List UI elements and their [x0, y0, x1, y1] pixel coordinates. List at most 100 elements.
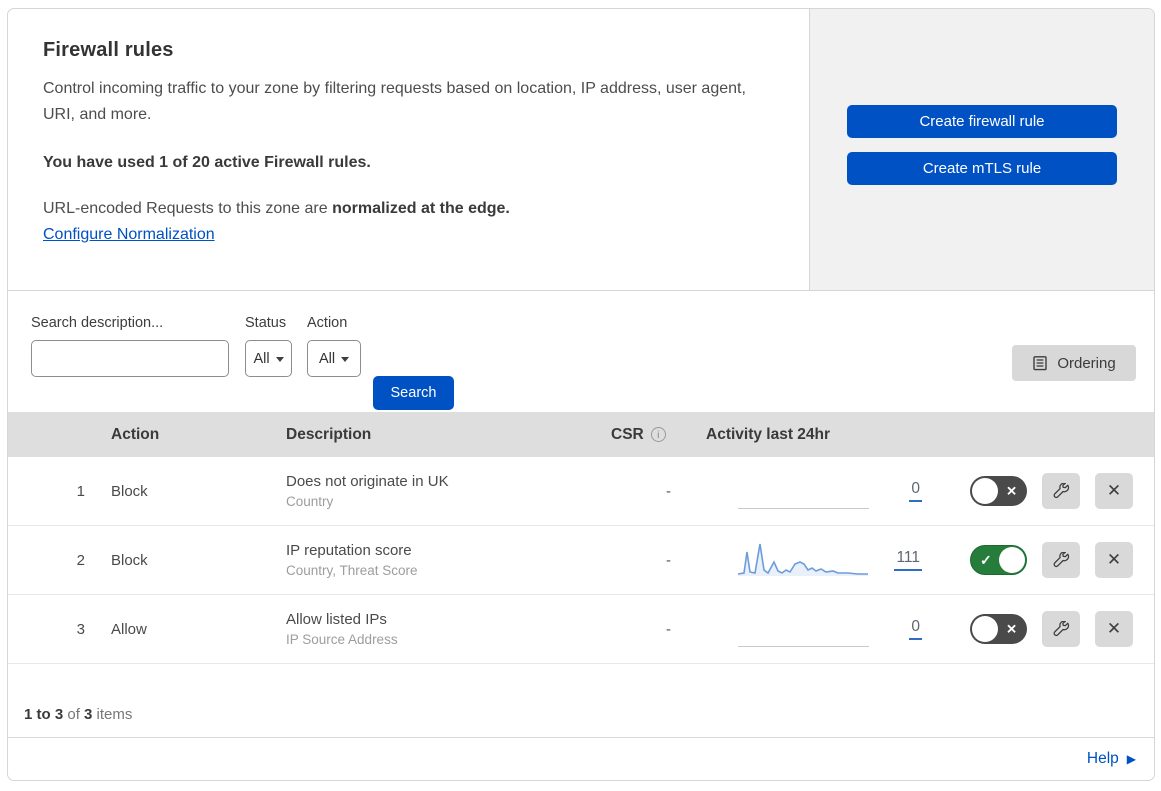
edit-rule-button[interactable]: [1042, 473, 1080, 509]
search-group: Search description...: [31, 315, 235, 412]
configure-normalization-link[interactable]: Configure Normalization: [43, 226, 215, 244]
close-icon: ✕: [1106, 550, 1122, 569]
rule-csr: -: [666, 620, 671, 638]
ordering-button-label: Ordering: [1057, 354, 1116, 372]
rule-description: Does not originate in UK Country: [286, 473, 604, 509]
normalization-bold: normalized at the edge.: [332, 200, 510, 217]
search-button[interactable]: Search: [373, 376, 454, 410]
rule-action: Block: [111, 551, 148, 569]
activity-chart: [738, 611, 869, 647]
delete-rule-button[interactable]: ✕: [1095, 473, 1133, 509]
table-header: Action Description CSR i Activity last 2…: [8, 412, 1154, 457]
column-description: Description: [286, 425, 372, 443]
action-filter-group: Action All: [292, 315, 361, 412]
rule-number: 3: [76, 620, 85, 638]
cross-icon: ✕: [1006, 621, 1017, 637]
normalization-prefix: URL-encoded Requests to this zone are: [43, 200, 333, 217]
action-label: Action: [307, 315, 348, 331]
pagination-of: of: [63, 706, 85, 723]
toggle-knob: [972, 616, 998, 642]
page-description: Control incoming traffic to your zone by…: [43, 80, 746, 123]
table-row: 2 Block IP reputation score Country, Thr…: [8, 526, 1154, 595]
activity-chart: [706, 540, 869, 581]
activity-count-link[interactable]: 0: [909, 618, 922, 640]
search-input-wrapper: [31, 340, 235, 377]
wrench-icon: [1053, 482, 1069, 498]
chevron-down-icon: [275, 356, 284, 362]
action-dropdown-value: All: [318, 350, 336, 367]
action-dropdown[interactable]: All: [307, 340, 361, 377]
create-mtls-rule-button[interactable]: Create mTLS rule: [847, 152, 1117, 185]
usage-summary: You have used 1 of 20 active Firewall ru…: [43, 154, 371, 171]
close-icon: ✕: [1106, 481, 1122, 500]
rule-description: Allow listed IPs IP Source Address: [286, 611, 604, 647]
search-label: Search description...: [31, 315, 164, 331]
edit-rule-button[interactable]: [1042, 542, 1080, 578]
rule-activity: 0: [706, 595, 926, 663]
actions-panel: Create firewall rule Create mTLS rule: [809, 9, 1154, 290]
rule-fields: Country, Threat Score: [286, 563, 418, 578]
rule-description-title: IP reputation score: [286, 542, 412, 559]
column-activity: Activity last 24hr: [706, 425, 831, 443]
status-dropdown-value: All: [253, 350, 270, 367]
status-filter-group: Status All: [229, 315, 292, 412]
activity-count-link[interactable]: 111: [894, 549, 922, 571]
help-link-label: Help: [1086, 750, 1119, 767]
status-toggle[interactable]: ✓ ✕: [970, 545, 1027, 575]
rule-number: 1: [76, 482, 85, 500]
rule-description-title: Does not originate in UK: [286, 473, 449, 490]
column-csr-label: CSR: [611, 425, 644, 443]
pagination-summary: 1 to 3 of 3 items: [8, 664, 1154, 737]
firewall-rules-card: Firewall rules Control incoming traffic …: [7, 8, 1155, 781]
column-action: Action: [111, 425, 160, 443]
chevron-down-icon: [341, 356, 350, 362]
table-row: 3 Allow Allow listed IPs IP Source Addre…: [8, 595, 1154, 664]
rule-action: Block: [111, 482, 148, 500]
rule-csr: -: [666, 482, 671, 500]
column-csr: CSR i: [604, 426, 706, 444]
rule-controls: ✓ ✕ ✕: [926, 611, 1154, 647]
activity-chart: [738, 473, 869, 509]
create-firewall-rule-button[interactable]: Create firewall rule: [847, 105, 1117, 138]
delete-rule-button[interactable]: ✕: [1095, 611, 1133, 647]
rule-controls: ✓ ✕ ✕: [926, 473, 1154, 509]
rule-csr: -: [666, 551, 671, 569]
filter-bar: Search description... Status All Action …: [8, 291, 1154, 412]
page-title: Firewall rules: [43, 39, 174, 61]
activity-count-link[interactable]: 0: [909, 480, 922, 502]
info-icon[interactable]: i: [650, 427, 666, 442]
wrench-icon: [1053, 620, 1069, 636]
rule-description: IP reputation score Country, Threat Scor…: [286, 542, 604, 578]
pagination-range: 1 to 3: [24, 706, 64, 723]
cross-icon: ✕: [1006, 483, 1017, 499]
rule-controls: ✓ ✕ ✕: [926, 542, 1154, 578]
normalization-note: URL-encoded Requests to this zone are no…: [43, 200, 769, 218]
ordering-list-icon: [1033, 356, 1048, 371]
rule-activity: 0: [706, 457, 926, 525]
help-link[interactable]: Help ▶: [1087, 750, 1136, 768]
help-row: Help ▶: [8, 737, 1154, 780]
toggle-knob: [972, 478, 998, 504]
delete-rule-button[interactable]: ✕: [1095, 542, 1133, 578]
rule-description-title: Allow listed IPs: [286, 611, 387, 628]
rule-number: 2: [76, 551, 85, 569]
check-icon: ✓: [980, 552, 992, 568]
rule-action: Allow: [111, 620, 147, 638]
wrench-icon: [1053, 551, 1069, 567]
status-label: Status: [245, 315, 287, 331]
header-section: Firewall rules Control incoming traffic …: [8, 9, 1154, 291]
table-row: 1 Block Does not originate in UK Country…: [8, 457, 1154, 526]
status-toggle[interactable]: ✓ ✕: [970, 614, 1027, 644]
status-toggle[interactable]: ✓ ✕: [970, 476, 1027, 506]
search-input[interactable]: [50, 349, 235, 368]
pagination-items: items: [92, 706, 133, 723]
close-icon: ✕: [1106, 619, 1122, 638]
toggle-knob: [999, 547, 1025, 573]
rule-activity: 111: [706, 526, 926, 594]
edit-rule-button[interactable]: [1042, 611, 1080, 647]
header-text-block: Firewall rules Control incoming traffic …: [8, 9, 809, 290]
rule-fields: IP Source Address: [286, 632, 398, 647]
status-dropdown[interactable]: All: [245, 340, 292, 377]
ordering-button[interactable]: Ordering: [1012, 345, 1136, 381]
arrow-right-icon: ▶: [1126, 752, 1136, 766]
